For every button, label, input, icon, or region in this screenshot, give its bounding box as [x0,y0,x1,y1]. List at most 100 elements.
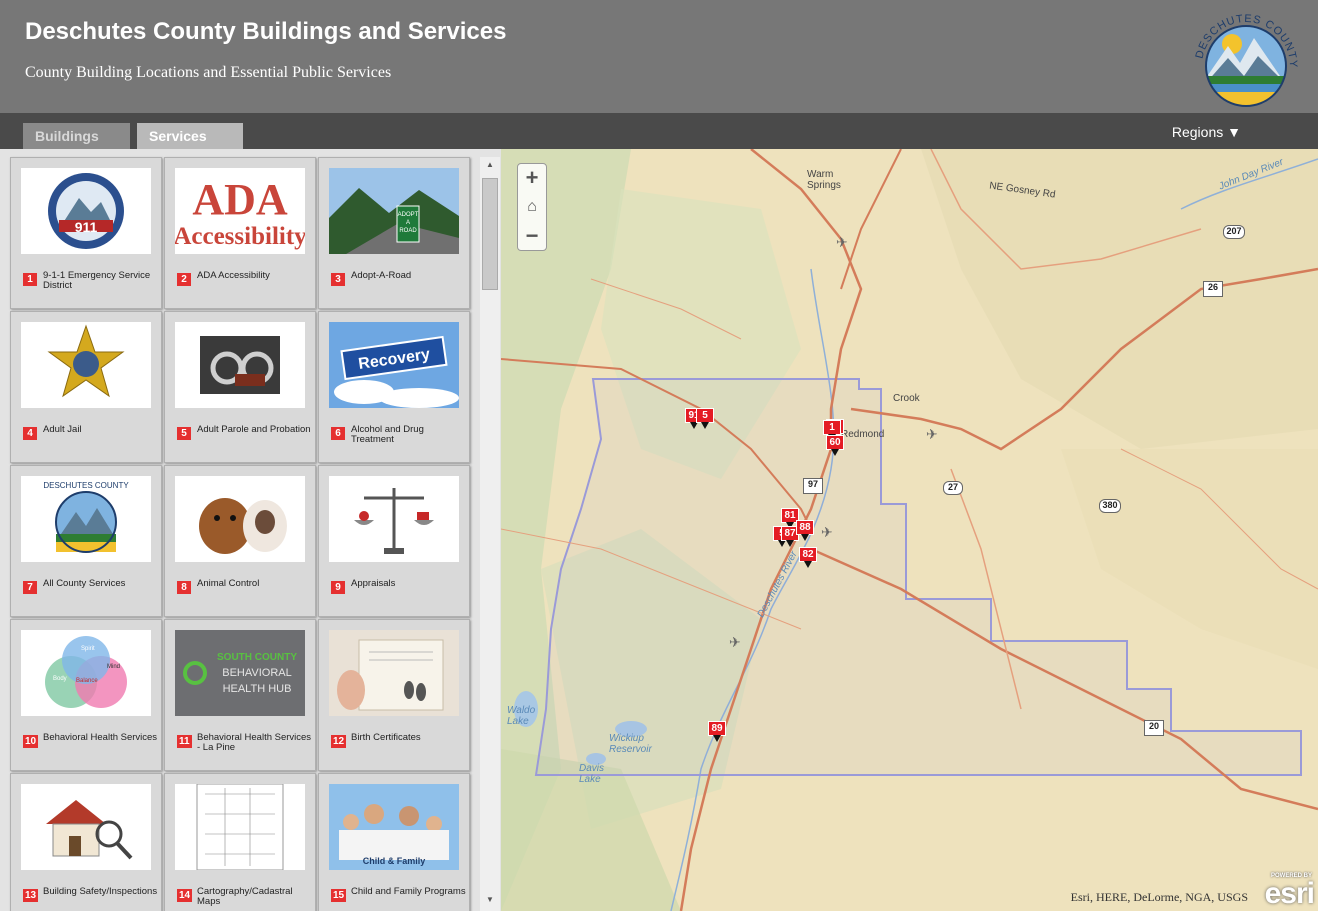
zoom-control: + ⌂ − [517,163,547,251]
county-logo-icon: DESCHUTES COUNTY [21,476,151,562]
service-tile[interactable]: 12 Birth Certificates [318,619,470,771]
service-label: Appraisals [351,578,396,589]
label-crook: Crook [893,393,920,404]
service-tile[interactable]: 13 Building Safety/Inspections [10,773,162,911]
ada-text-icon: ADA Accessibility [175,168,305,254]
service-tile[interactable]: 8 Animal Control [164,465,316,617]
recovery-sign-photo: Recovery [329,322,459,408]
regions-dropdown[interactable]: Regions ▼ [1172,124,1241,140]
service-tile[interactable]: DESCHUTES COUNTY 7 All County Services [10,465,162,617]
service-number-badge: 5 [177,427,191,440]
tab-bar: Buildings Services Regions ▼ [0,113,1318,149]
zoom-out-button[interactable]: − [518,222,546,251]
map-marker-pin[interactable]: 82 [799,547,817,569]
service-label: Adult Parole and Probation [197,424,311,435]
service-number-badge: 3 [331,273,345,286]
service-tile[interactable]: 14 Cartography/Cadastral Maps [164,773,316,911]
service-label: Animal Control [197,578,260,589]
service-tile[interactable]: SOUTH COUNTY BEHAVIORAL HEALTH HUB 11 Behavi… [164,619,316,771]
svg-text:DESCHUTES COUNTY: DESCHUTES COUNTY [43,481,129,490]
service-tile[interactable]: 5 Adult Parole and Probation [164,311,316,463]
map-view[interactable]: ✈ ✈ ✈ ✈ Warm Springs NE Gosney Rd Redmond… [501,149,1318,911]
marker-label: 88 [796,520,814,535]
service-tile[interactable]: 9 Appraisals [318,465,470,617]
family-photo: Child & Family [329,784,459,870]
service-tile[interactable]: Recovery 6 Alcohol and Drug Treatment [318,311,470,463]
marker-label: 60 [826,435,844,450]
svg-text:ADA: ADA [192,175,288,224]
service-tile[interactable]: 911 1 9-1-1 Emergency Service District [10,157,162,309]
county-logo-icon: DESCHUTES COUNTY [1194,13,1298,107]
service-number-badge: 8 [177,581,191,594]
airport-icon: ✈ [836,234,848,250]
service-label: 9-1-1 Emergency Service District [43,270,151,291]
map-marker-pin[interactable]: 89 [708,721,726,743]
service-number-badge: 9 [331,581,345,594]
service-tile[interactable]: ADOPT A ROAD 3 Adopt-A-Road [318,157,470,309]
map-marker-pin[interactable]: 5 [696,408,714,430]
service-tile[interactable]: Body Spirit Mind Balance 10 Behavioral Health… [10,619,162,771]
highway-shield: 207 [1223,225,1245,239]
service-number-badge: 15 [331,889,347,902]
house-magnifier-icon [21,784,151,870]
app-header: Deschutes County Buildings and Services … [0,0,1318,113]
services-panel: 911 1 9-1-1 Emergency Service District ADA A… [0,149,501,911]
highway-shield: 26 [1203,281,1223,297]
esri-wordmark: esri [1264,877,1315,910]
service-label: ADA Accessibility [197,270,270,281]
service-label: Cartography/Cadastral Maps [197,886,293,907]
esri-logo[interactable]: POWERED BY esri [1256,871,1316,910]
home-icon[interactable]: ⌂ [518,193,546,222]
scroll-up-arrow-icon[interactable]: ▲ [485,160,495,169]
map-attribution: Esri, HERE, DeLorme, NGA, USGS [1070,890,1248,904]
svg-text:Spirit: Spirit [81,646,95,652]
zoom-in-button[interactable]: + [518,164,546,193]
page-subtitle: County Building Locations and Essential … [25,64,392,81]
label-wickiup-reservoir: Wickiup Reservoir [609,733,652,755]
label-davis-lake: Davis Lake [579,763,605,785]
map-marker-pin[interactable]: 88 [796,520,814,542]
marker-label: 89 [708,721,726,736]
service-tile[interactable]: Child & Family 15 Child and Family Program… [318,773,470,911]
tab-buildings[interactable]: Buildings [23,123,130,149]
airport-icon: ✈ [729,634,741,650]
service-label: Alcohol and Drug Treatment [351,424,424,445]
service-number-badge: 4 [23,427,37,440]
handcuffs-photo [175,322,305,408]
svg-text:ADOPT: ADOPT [398,212,419,218]
service-number-badge: 12 [331,735,347,748]
service-label: Behavioral Health Services [43,732,158,743]
service-number-badge: 2 [177,273,191,286]
highway-shield: 97 [803,478,823,494]
sheriff-star-icon [21,322,151,408]
svg-text:A: A [406,220,410,226]
puppy-kitten-photo [175,476,305,562]
cadastral-map-icon [175,784,305,870]
map-marker-pin[interactable]: 60 [826,435,844,457]
svg-text:Child & Family: Child & Family [363,856,426,866]
scrollbar-thumb[interactable] [482,178,498,290]
service-number-badge: 1 [23,273,37,286]
tab-services[interactable]: Services [137,123,243,149]
service-tile[interactable]: ADA Accessibility 2 ADA Accessibility [164,157,316,309]
svg-text:Mind: Mind [107,664,120,670]
service-number-badge: 6 [331,427,345,440]
service-number-badge: 11 [177,735,192,748]
basemap[interactable]: ✈ ✈ ✈ ✈ [501,149,1318,911]
svg-text:Balance: Balance [76,678,98,684]
marker-tip-icon [801,534,809,541]
service-tile[interactable]: 4 Adult Jail [10,311,162,463]
marker-label: 1 [823,420,841,435]
label-waldo-lake: Waldo Lake [507,705,536,727]
scroll-down-arrow-icon[interactable]: ▼ [485,895,495,904]
service-label: Building Safety/Inspections [43,886,158,897]
highway-shield: 20 [1144,720,1164,736]
911-seal-icon: 911 [21,168,151,254]
marker-label: 5 [696,408,714,423]
svg-text:Accessibility: Accessibility [175,223,305,250]
airport-icon: ✈ [926,426,938,442]
marker-tip-icon [831,449,839,456]
service-label: All County Services [43,578,126,589]
service-number-badge: 10 [23,735,39,748]
marker-tip-icon [713,735,721,742]
